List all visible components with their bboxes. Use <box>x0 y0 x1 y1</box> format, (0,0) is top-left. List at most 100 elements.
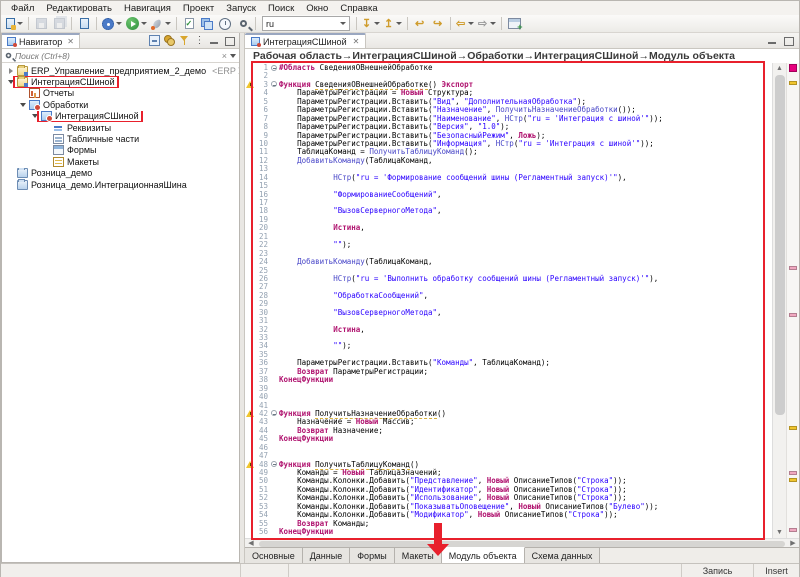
search-input[interactable] <box>15 51 219 61</box>
save-all-button[interactable] <box>51 16 67 32</box>
menu-item[interactable]: Навигация <box>118 3 177 14</box>
tree-item[interactable]: Реквизиты <box>2 122 239 133</box>
expander-icon[interactable] <box>6 68 15 74</box>
chevron-down-icon[interactable] <box>340 22 346 25</box>
page-tab-3[interactable]: Формы <box>350 548 395 563</box>
code-line: 38КонецФункции <box>245 376 772 384</box>
forward-button[interactable]: ⇨ <box>477 16 497 32</box>
navigator-tab[interactable]: Навигатор ✕ <box>2 33 80 48</box>
dropdown-arrow-icon[interactable] <box>374 22 380 25</box>
overview-ruler[interactable] <box>786 63 799 538</box>
collapse-all-icon[interactable] <box>149 35 160 46</box>
last-edit-location-button[interactable]: ↧ <box>361 16 381 32</box>
search-options-icon[interactable] <box>230 54 236 58</box>
tree-item[interactable]: Макеты <box>2 156 239 167</box>
page-tab-5[interactable]: Модуль объекта <box>442 547 525 563</box>
templates-icon <box>53 157 64 167</box>
collapse-fold-icon[interactable] <box>271 461 277 467</box>
ruler-marker[interactable] <box>789 313 797 317</box>
ruler-marker[interactable] <box>789 426 797 430</box>
search-button[interactable] <box>235 16 251 32</box>
back-button[interactable]: ⇦ <box>455 16 475 32</box>
dropdown-arrow-icon[interactable] <box>165 22 171 25</box>
dropdown-arrow-icon[interactable] <box>396 22 402 25</box>
run-button[interactable] <box>125 16 148 32</box>
maximize-icon[interactable] <box>783 35 794 46</box>
back-history-button[interactable]: ↩ <box>412 16 428 32</box>
dataprocessor-icon <box>41 111 52 121</box>
launch-button[interactable] <box>150 16 172 32</box>
view-menu-icon[interactable]: ⋮ <box>194 35 205 46</box>
menu-item[interactable]: Окно <box>300 3 334 14</box>
tree-item[interactable]: ИнтеграцияСШиной <box>2 111 239 122</box>
collapse-fold-icon[interactable] <box>271 81 277 87</box>
page-tab-4[interactable]: Макеты <box>395 548 442 563</box>
dropdown-arrow-icon[interactable] <box>490 22 496 25</box>
gutter-warning-cell <box>245 89 254 97</box>
page-tab-6[interactable]: Схема данных <box>525 548 601 563</box>
horizontal-scrollbar[interactable]: ◀ ▶ <box>245 538 799 547</box>
open-editor-button[interactable] <box>76 16 92 32</box>
menu-item[interactable]: Запуск <box>220 3 262 14</box>
scrollbar-thumb[interactable] <box>259 541 785 547</box>
new-wizard-button[interactable] <box>5 16 24 32</box>
filter-icon[interactable] <box>179 35 190 46</box>
tree-item[interactable]: ERP_Управление_предприятием_2_демо<ERP У… <box>2 65 239 76</box>
tree-item[interactable]: Розница_демо <box>2 168 239 179</box>
expander-icon[interactable] <box>18 103 27 107</box>
expander-icon[interactable] <box>6 80 15 84</box>
dropdown-arrow-icon[interactable] <box>17 22 23 25</box>
collapse-fold-icon[interactable] <box>271 410 277 416</box>
clear-search-icon[interactable]: × <box>222 51 227 61</box>
code-pane[interactable]: 1#Область СведенияОВнешнейОбработке23Фун… <box>245 63 772 538</box>
history-button[interactable] <box>217 16 233 32</box>
tree-item[interactable]: Отчеты <box>2 88 239 99</box>
locale-combobox[interactable]: ru <box>262 16 350 31</box>
code-text: "ВызовСерверногоМетода", <box>279 309 442 317</box>
dropdown-arrow-icon[interactable] <box>468 22 474 25</box>
close-icon[interactable]: ✕ <box>353 37 360 46</box>
save-button[interactable] <box>33 16 49 32</box>
collapse-fold-icon[interactable] <box>271 65 277 71</box>
minimize-icon[interactable] <box>767 35 778 46</box>
ruler-marker[interactable] <box>789 471 797 475</box>
debug-button[interactable] <box>101 16 123 32</box>
link-with-editor-icon[interactable] <box>164 35 175 46</box>
dropdown-arrow-icon[interactable] <box>116 22 122 25</box>
previous-edit-location-button[interactable]: ↥ <box>383 16 403 32</box>
open-perspective-button[interactable] <box>506 16 522 32</box>
maximize-icon[interactable] <box>224 35 235 46</box>
tree-item-label: Отчеты <box>43 88 74 98</box>
menu-item[interactable]: Справка <box>334 3 383 14</box>
tree-item[interactable]: Обработки <box>2 99 239 110</box>
compare-button[interactable] <box>199 16 215 32</box>
close-icon[interactable]: ✕ <box>67 37 74 46</box>
expander-icon[interactable] <box>30 114 39 118</box>
page-tab-1[interactable]: Основные <box>245 548 303 563</box>
menu-item[interactable]: Поиск <box>262 3 300 14</box>
forward-history-button[interactable]: ↪ <box>430 16 446 32</box>
scroll-down-icon[interactable]: ▼ <box>773 527 786 538</box>
tree-item[interactable]: Табличные части <box>2 133 239 144</box>
vertical-scrollbar[interactable]: ▲ ▼ <box>772 63 786 538</box>
minimize-icon[interactable] <box>209 35 220 46</box>
ruler-marker[interactable] <box>789 81 797 85</box>
ruler-marker[interactable] <box>789 478 797 482</box>
page-tab-2[interactable]: Данные <box>303 548 351 563</box>
code-line: 26 НСтр("ru = 'Выполнить обработку сообщ… <box>245 275 772 283</box>
menu-item[interactable]: Редактировать <box>40 3 118 14</box>
scrollbar-thumb[interactable] <box>775 75 785 415</box>
dropdown-arrow-icon[interactable] <box>141 22 147 25</box>
reports-icon <box>29 88 40 98</box>
tree-item[interactable]: ИнтеграцияСШиной <box>2 76 239 87</box>
tree-item[interactable]: Формы <box>2 145 239 156</box>
menu-item[interactable]: Проект <box>177 3 220 14</box>
fold-cell <box>270 393 279 401</box>
tree-item[interactable]: Розница_демо.ИнтеграционнаяШина <box>2 179 239 190</box>
validate-button[interactable] <box>181 16 197 32</box>
scroll-up-icon[interactable]: ▲ <box>773 63 786 74</box>
editor-tab[interactable]: ИнтеграцияСШиной ✕ <box>245 33 366 48</box>
menu-item[interactable]: Файл <box>5 3 40 14</box>
ruler-marker[interactable] <box>789 266 797 270</box>
ruler-marker[interactable] <box>789 528 797 532</box>
